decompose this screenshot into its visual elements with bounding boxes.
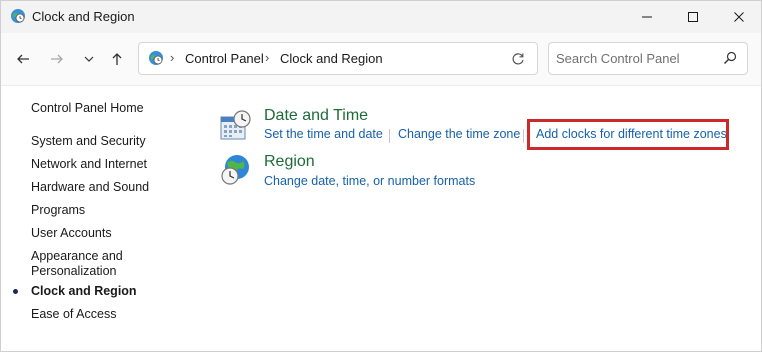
search-input[interactable] xyxy=(556,49,716,67)
recent-locations-button[interactable] xyxy=(76,47,102,71)
breadcrumb-separator-icon[interactable]: › xyxy=(265,50,269,65)
sidebar-item-system-and-security[interactable]: System and Security xyxy=(31,134,146,149)
sidebar-item-ease-of-access[interactable]: Ease of Access xyxy=(31,307,116,322)
breadcrumb-separator-icon[interactable]: › xyxy=(170,50,174,65)
forward-arrow-icon xyxy=(51,54,63,64)
sidebar-item-label: Appearance and xyxy=(31,249,123,263)
region-globe-icon[interactable] xyxy=(219,153,253,187)
up-button[interactable] xyxy=(104,47,130,71)
link-divider xyxy=(389,129,390,143)
window-title: Clock and Region xyxy=(32,9,135,24)
date-time-icon[interactable] xyxy=(219,109,253,143)
forward-button[interactable] xyxy=(44,47,70,71)
current-item-bullet-icon xyxy=(13,289,18,294)
up-arrow-icon xyxy=(112,53,122,65)
sidebar-item-user-accounts[interactable]: User Accounts xyxy=(31,226,112,241)
sidebar-item-hardware-and-sound[interactable]: Hardware and Sound xyxy=(31,180,149,195)
control-panel-app-icon xyxy=(10,8,26,24)
refresh-button[interactable] xyxy=(508,49,528,69)
highlight-box xyxy=(527,119,729,150)
back-arrow-icon xyxy=(17,54,29,64)
chevron-down-icon xyxy=(84,56,94,62)
change-formats-link[interactable]: Change date, time, or number formats xyxy=(264,174,475,188)
date-and-time-title[interactable]: Date and Time xyxy=(264,107,368,125)
address-bar[interactable]: › Control Panel › Clock and Region xyxy=(138,42,538,75)
link-divider xyxy=(523,129,524,143)
sidebar-item-label-line2: Personalization xyxy=(31,264,117,278)
region-title[interactable]: Region xyxy=(264,153,315,171)
control-panel-location-icon xyxy=(148,50,164,66)
sidebar-item-appearance-and-personalization[interactable]: Appearance and Personalization xyxy=(31,249,123,279)
breadcrumb-clock-and-region[interactable]: Clock and Region xyxy=(280,51,383,66)
sidebar-item-control-panel-home[interactable]: Control Panel Home xyxy=(31,101,144,116)
control-panel-window: Clock and Region › Control Panel › Clock… xyxy=(0,0,762,352)
navigation-bar: › Control Panel › Clock and Region xyxy=(1,33,761,86)
sidebar-item-programs[interactable]: Programs xyxy=(31,203,85,218)
search-box[interactable] xyxy=(548,42,748,75)
search-icon[interactable] xyxy=(722,50,738,66)
sidebar-item-clock-and-region[interactable]: Clock and Region xyxy=(31,284,137,299)
close-button[interactable] xyxy=(716,1,761,33)
maximize-button[interactable] xyxy=(670,1,716,33)
sidebar-item-network-and-internet[interactable]: Network and Internet xyxy=(31,157,147,172)
back-button[interactable] xyxy=(10,47,36,71)
change-time-zone-link[interactable]: Change the time zone xyxy=(398,127,520,141)
breadcrumb-control-panel[interactable]: Control Panel xyxy=(185,51,264,66)
title-bar: Clock and Region xyxy=(1,1,761,33)
minimize-button[interactable] xyxy=(624,1,670,33)
set-time-and-date-link[interactable]: Set the time and date xyxy=(264,127,383,141)
refresh-icon xyxy=(512,53,524,65)
